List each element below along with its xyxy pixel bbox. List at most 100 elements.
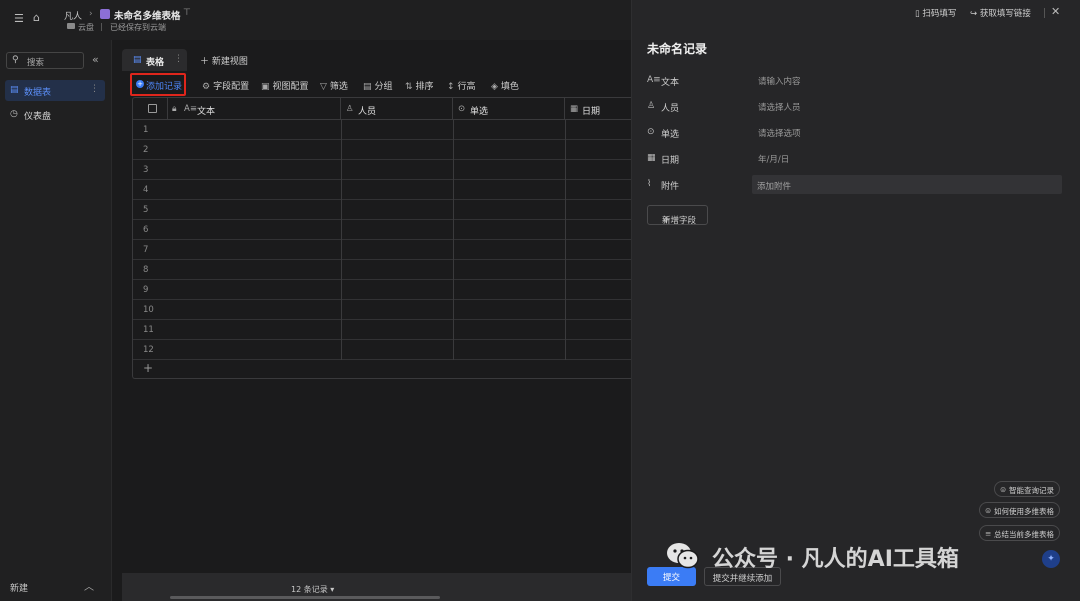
table-row[interactable]: 6 xyxy=(133,220,632,240)
gear-icon: ⚙ xyxy=(202,82,211,92)
collapse-sidebar-icon[interactable]: « xyxy=(92,53,99,66)
add-record-button[interactable]: + 添加记录 xyxy=(130,73,186,96)
add-field-button[interactable]: ＋ 新增字段 xyxy=(647,205,708,226)
main-area: ▤ 表格 ⋮ ＋ 新建视图 + 添加记录 ⚙ 字段配置 ▣ 视图配置 ▽ 筛选 ▤ 分组… xyxy=(122,46,632,601)
row-height-icon: ↕ xyxy=(447,82,455,92)
more-icon[interactable]: ⋮ xyxy=(90,84,99,94)
column-label: 文本 xyxy=(197,107,216,117)
ai-query-records-button[interactable]: ⊜ 智能查询记录 xyxy=(994,481,1060,497)
table-row[interactable]: 12 xyxy=(133,340,632,360)
group-button[interactable]: ▤ 分组 xyxy=(363,79,393,92)
filter-label: 筛选 xyxy=(329,82,348,92)
divider xyxy=(101,23,102,31)
scan-fill-button[interactable]: ▯ 扫码填写 xyxy=(915,7,956,19)
new-view-label: 新建视图 xyxy=(211,57,248,67)
fill-color-label: 填色 xyxy=(500,82,519,92)
ai-assistant-icon[interactable]: ✦ xyxy=(1042,550,1060,568)
ai-summarize-button[interactable]: ≡ 总结当前多维表格 xyxy=(979,525,1060,541)
table-row[interactable]: 9 xyxy=(133,280,632,300)
ai-pill-label: 总结当前多维表格 xyxy=(994,530,1054,539)
text-field-icon: A≡ xyxy=(184,104,197,114)
doc-icon xyxy=(100,9,110,19)
table-footer: 12 条记录 ▾ xyxy=(122,573,631,601)
text-field-icon: A≡ xyxy=(647,75,661,85)
row-number: 1 xyxy=(143,125,149,135)
new-button[interactable]: 新建 xyxy=(10,581,28,594)
wechat-icon xyxy=(667,543,699,569)
sidebar-item-dashboard[interactable]: ◷ 仪表盘 xyxy=(5,104,105,125)
new-view-button[interactable]: ＋ 新建视图 xyxy=(200,54,248,67)
sidebar: ⚲ 搜索 « ▤ 数据表 ⋮ ◷ 仪表盘 新建 ︿ xyxy=(0,40,112,601)
attachment-field-input[interactable]: 添加附件 xyxy=(752,175,1062,194)
search-placeholder: 搜索 xyxy=(27,58,45,68)
view-config-label: 视图配置 xyxy=(272,82,309,92)
sidebar-item-datasheet[interactable]: ▤ 数据表 ⋮ xyxy=(5,80,105,101)
pin-icon[interactable]: ⊤ xyxy=(183,8,191,18)
row-number: 2 xyxy=(143,145,149,155)
single-select-icon: ⊙ xyxy=(458,104,466,114)
home-icon[interactable]: ⌂ xyxy=(33,11,40,24)
view-config-button[interactable]: ▣ 视图配置 xyxy=(261,79,309,92)
grid-header: 🔒︎ A≡ 文本 ♙ 人员 ⊙ 单选 ▦ 日期 xyxy=(133,98,632,120)
search-input[interactable]: ⚲ 搜索 xyxy=(6,52,84,69)
column-header-date[interactable]: ▦ 日期 xyxy=(565,98,632,120)
close-icon[interactable]: ✕ xyxy=(1051,5,1060,18)
record-count[interactable]: 12 条记录 ▾ xyxy=(291,584,334,595)
sort-label: 排序 xyxy=(415,82,434,92)
horizontal-scrollbar[interactable] xyxy=(170,596,440,599)
row-number: 7 xyxy=(143,245,149,255)
row-number: 3 xyxy=(143,165,149,175)
calendar-icon: ▦ xyxy=(647,153,656,163)
scan-fill-label: 扫码填写 xyxy=(922,9,957,19)
add-row-button[interactable]: + xyxy=(143,361,153,375)
plus-icon: ＋ xyxy=(200,57,210,67)
row-height-button[interactable]: ↕ 行高 xyxy=(447,79,476,92)
get-link-button[interactable]: ↪ 获取填写链接 xyxy=(970,7,1031,19)
column-header-single-select[interactable]: ⊙ 单选 xyxy=(453,98,565,120)
select-all-checkbox[interactable] xyxy=(148,104,157,113)
table-row[interactable]: 5 xyxy=(133,200,632,220)
table-row[interactable]: 4 xyxy=(133,180,632,200)
caret-down-icon: ▾ xyxy=(330,585,335,594)
filter-button[interactable]: ▽ 筛选 xyxy=(320,79,348,92)
save-status: 已经保存到云端 xyxy=(110,23,166,32)
sidebar-item-label: 仪表盘 xyxy=(24,112,52,122)
person-field-input[interactable]: 请选择人员 xyxy=(758,101,801,113)
table-row[interactable]: 8 xyxy=(133,260,632,280)
expand-sidebar-icon[interactable]: ☰ xyxy=(14,12,24,25)
fill-color-button[interactable]: ◈ 填色 xyxy=(491,79,519,92)
folder-icon xyxy=(67,23,75,29)
column-label: 单选 xyxy=(470,107,489,117)
single-select-input[interactable]: 请选择选项 xyxy=(758,127,801,139)
column-divider xyxy=(565,120,566,360)
column-header-text[interactable]: 🔒︎ A≡ 文本 xyxy=(168,98,341,120)
table-row[interactable]: 11 xyxy=(133,320,632,340)
attachment-placeholder: 添加附件 xyxy=(757,182,792,192)
sort-icon: ⇅ xyxy=(405,82,413,92)
column-header-person[interactable]: ♙ 人员 xyxy=(341,98,453,120)
top-bar: ☰ ⌂ 凡人 › 未命名多维表格 ⊤ 云盘 已经保存到云端 xyxy=(0,0,631,40)
ai-help-icon: ⊜ xyxy=(985,506,992,515)
doc-title[interactable]: 未命名多维表格 xyxy=(114,8,181,22)
text-field-input[interactable]: 请输入内容 xyxy=(758,75,801,87)
table-row[interactable]: 2 xyxy=(133,140,632,160)
table-row[interactable]: 7 xyxy=(133,240,632,260)
table-row[interactable]: 10 xyxy=(133,300,632,320)
chevron-up-icon[interactable]: ︿ xyxy=(84,578,94,593)
table-row[interactable]: 1 xyxy=(133,120,632,140)
table-row[interactable]: 3 xyxy=(133,160,632,180)
lock-icon: 🔒︎ xyxy=(172,104,177,114)
column-divider xyxy=(453,120,454,360)
tab-table[interactable]: ▤ 表格 ⋮ xyxy=(122,49,187,71)
ai-summary-icon: ≡ xyxy=(985,529,992,538)
sort-button[interactable]: ⇅ 排序 xyxy=(405,79,434,92)
ai-how-to-use-button[interactable]: ⊜ 如何使用多维表格 xyxy=(979,502,1060,518)
record-title[interactable]: 未命名记录 xyxy=(647,40,707,57)
field-config-button[interactable]: ⚙ 字段配置 xyxy=(202,79,249,92)
breadcrumb-user[interactable]: 凡人 xyxy=(64,9,82,22)
doc-location[interactable]: 云盘 xyxy=(78,22,94,33)
row-number: 9 xyxy=(143,285,149,295)
data-grid: 🔒︎ A≡ 文本 ♙ 人员 ⊙ 单选 ▦ 日期 1 2 3 4 5 6 7 8 … xyxy=(132,97,632,379)
more-icon[interactable]: ⋮ xyxy=(174,54,183,64)
date-field-input[interactable]: 年/月/日 xyxy=(758,153,789,165)
